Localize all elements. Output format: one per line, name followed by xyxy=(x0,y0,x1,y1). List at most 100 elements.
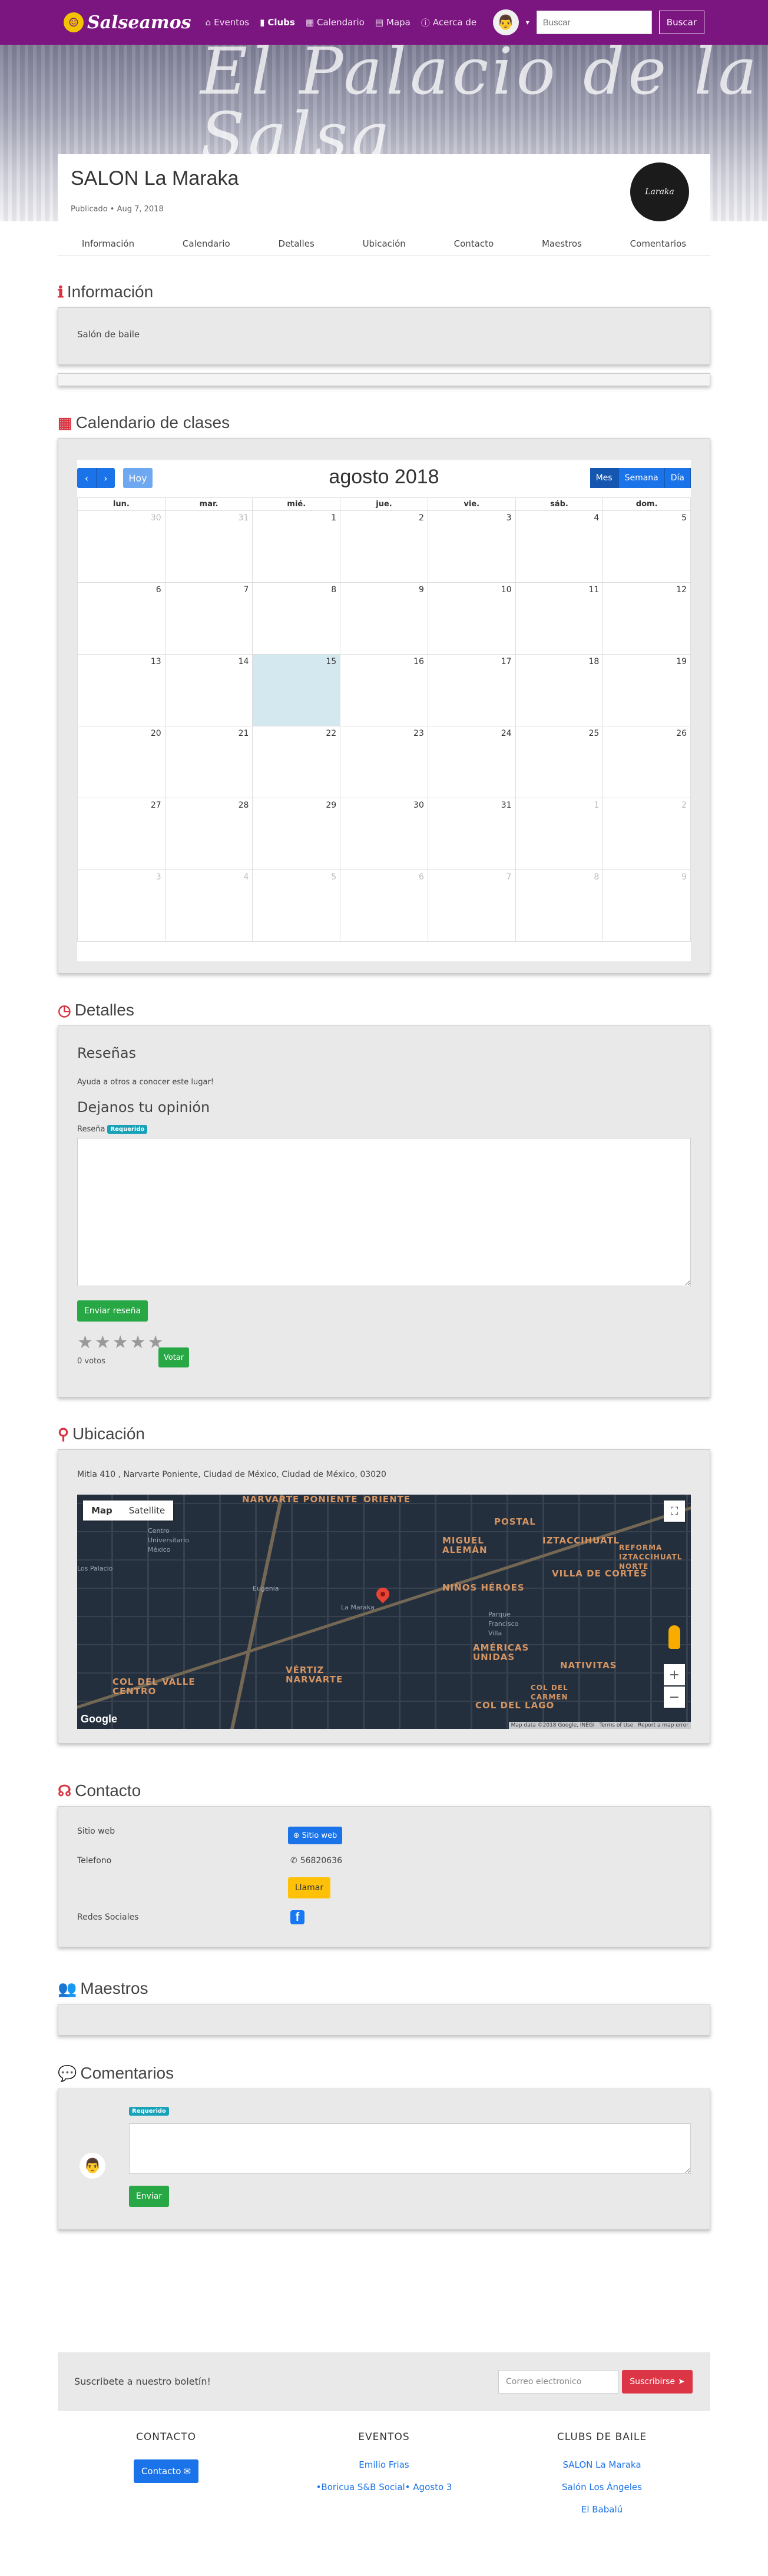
zoom-in-button[interactable]: + xyxy=(664,1664,685,1685)
vote-button[interactable]: Votar xyxy=(158,1347,189,1367)
calendar-day-cell[interactable]: 18 xyxy=(515,655,604,726)
review-textarea[interactable] xyxy=(77,1138,691,1286)
search-button[interactable]: Buscar xyxy=(658,11,704,34)
nav-link-eventos[interactable]: ⌂ Eventos xyxy=(206,16,250,29)
info-panel-footer xyxy=(58,373,710,386)
review-label-row: Reseña Requerido xyxy=(77,1125,148,1134)
calendar-day-cell[interactable]: 24 xyxy=(428,726,516,798)
newsletter-email-input[interactable]: Correo electronico xyxy=(498,2370,618,2394)
publish-meta: Publicado • Aug 7, 2018 xyxy=(71,205,164,214)
calendar-day-cell[interactable]: 3 xyxy=(428,511,516,583)
calendar-day-cell[interactable]: 14 xyxy=(165,655,253,726)
calendar-day-cell[interactable]: 4 xyxy=(515,511,604,583)
calendar-day-cell[interactable]: 8 xyxy=(253,583,341,655)
map-type-map[interactable]: Map xyxy=(83,1501,121,1521)
calendar-day-cell[interactable]: 31 xyxy=(165,511,253,583)
calendar-week-row: 20 21 22 23 24 25 26 xyxy=(78,726,691,798)
footer-event-link[interactable]: •Boricua S&B Social• Agosto 3 xyxy=(278,2482,490,2492)
calendar-day-cell[interactable]: 9 xyxy=(340,583,428,655)
calendar-day-cell[interactable]: 20 xyxy=(78,726,165,798)
tab-ubicacion[interactable]: Ubicación xyxy=(363,238,406,249)
calendar-day-cell[interactable]: 16 xyxy=(340,655,428,726)
calendar-day-cell[interactable]: 25 xyxy=(515,726,604,798)
calendar-day-cell[interactable]: 31 xyxy=(428,798,516,870)
calendar-grid: lun. mar. mié. jue. vie. sáb. dom. 30 31 1 2 3 4 5 6 7… xyxy=(77,497,691,942)
calendar-day-cell[interactable]: 21 xyxy=(165,726,253,798)
nav-link-calendario[interactable]: ▦ Calendario xyxy=(306,16,365,29)
user-avatar[interactable]: 👨 xyxy=(492,9,519,35)
facebook-icon[interactable]: f xyxy=(290,1910,304,1924)
calendar-day-cell[interactable]: 4 xyxy=(165,870,253,942)
nav-link-clubs[interactable]: ▮ Clubs xyxy=(260,16,295,29)
calendar-day-cell[interactable]: 3 xyxy=(78,870,165,942)
zoom-out-button[interactable]: − xyxy=(664,1687,685,1708)
submit-review-button[interactable]: Enviar reseña xyxy=(77,1300,148,1322)
calendar-day-cell[interactable]: 10 xyxy=(428,583,516,655)
brand-logo[interactable]: ☺ Salseamos xyxy=(64,12,191,33)
calendar-day-cell[interactable]: 30 xyxy=(78,511,165,583)
report-error-link[interactable]: Report a map error xyxy=(638,1722,688,1728)
view-day-button[interactable]: Día xyxy=(664,468,691,488)
view-month-button[interactable]: Mes xyxy=(590,468,619,488)
comment-textarea[interactable] xyxy=(129,2123,691,2174)
calendar-day-cell[interactable]: 5 xyxy=(253,870,341,942)
calendar-day-cell[interactable]: 15 xyxy=(253,655,341,726)
nav-link-mapa[interactable]: ▤ Mapa xyxy=(375,16,411,29)
calendar-day-cell[interactable]: 7 xyxy=(165,583,253,655)
calendar-day-cell[interactable]: 30 xyxy=(340,798,428,870)
tab-maestros[interactable]: Maestros xyxy=(542,238,582,249)
calendar-day-cell[interactable]: 26 xyxy=(603,726,691,798)
footer-event-link[interactable]: Emilio Frias xyxy=(278,2459,490,2470)
google-map[interactable]: NARVARTE PONIENTE ORIENTE POSTAL MIGUEL … xyxy=(77,1495,691,1729)
calendar-day-cell[interactable]: 7 xyxy=(428,870,516,942)
call-button[interactable]: Llamar xyxy=(288,1877,330,1898)
footer-club-link[interactable]: SALON La Maraka xyxy=(496,2459,708,2470)
calendar-day-cell[interactable]: 6 xyxy=(78,583,165,655)
chevron-down-icon[interactable]: ▾ xyxy=(526,18,529,26)
terms-link[interactable]: Terms of Use xyxy=(600,1722,634,1728)
send-comment-button[interactable]: Enviar xyxy=(129,2186,169,2207)
calendar-day-cell[interactable]: 17 xyxy=(428,655,516,726)
calendar-day-cell[interactable]: 5 xyxy=(603,511,691,583)
location-section-title: ⚲ Ubicación xyxy=(58,1425,145,1443)
details-panel: Reseñas Ayuda a otros a conocer este lug… xyxy=(58,1025,710,1397)
footer-contact-button[interactable]: Contacto ✉ xyxy=(134,2459,198,2483)
rating-stars[interactable]: ★★★★★ xyxy=(77,1332,165,1353)
calendar-day-cell[interactable]: 1 xyxy=(515,798,604,870)
calendar-day-cell[interactable]: 28 xyxy=(165,798,253,870)
hero-text: El Palacio de la Salsa xyxy=(200,45,761,174)
calendar-day-cell[interactable]: 11 xyxy=(515,583,604,655)
calendar-day-cell[interactable]: 6 xyxy=(340,870,428,942)
search-input[interactable] xyxy=(536,11,652,34)
map-data-text: Map data ©2018 Google, INEGI xyxy=(511,1722,595,1728)
tab-informacion[interactable]: Información xyxy=(82,238,134,249)
footer-club-link[interactable]: El Babalú xyxy=(496,2504,708,2515)
nav-link-acerca[interactable]: ⓘ Acerca de xyxy=(421,16,476,29)
calendar-day-cell[interactable]: 2 xyxy=(603,798,691,870)
calendar-day-cell[interactable]: 27 xyxy=(78,798,165,870)
calendar-day-cell[interactable]: 23 xyxy=(340,726,428,798)
weekday-header: dom. xyxy=(603,498,691,511)
view-week-button[interactable]: Semana xyxy=(618,468,665,488)
website-button[interactable]: ⊕ Sitio web xyxy=(288,1827,342,1844)
tab-detalles[interactable]: Detalles xyxy=(279,238,315,249)
calendar-day-cell[interactable]: 9 xyxy=(603,870,691,942)
tab-calendario[interactable]: Calendario xyxy=(183,238,230,249)
calendar-day-cell[interactable]: 19 xyxy=(603,655,691,726)
tab-contacto[interactable]: Contacto xyxy=(454,238,494,249)
pegman-icon[interactable] xyxy=(668,1625,680,1649)
calendar-day-cell[interactable]: 1 xyxy=(253,511,341,583)
calendar-day-cell[interactable]: 2 xyxy=(340,511,428,583)
nav-link-label: Clubs xyxy=(267,17,295,28)
tab-comentarios[interactable]: Comentarios xyxy=(630,238,686,249)
calendar-day-cell[interactable]: 29 xyxy=(253,798,341,870)
calendar-day-cell[interactable]: 13 xyxy=(78,655,165,726)
map-type-satellite[interactable]: Satellite xyxy=(121,1501,173,1521)
comments-panel: 👨 Requerido Enviar xyxy=(58,2089,710,2230)
calendar-day-cell[interactable]: 8 xyxy=(515,870,604,942)
calendar-day-cell[interactable]: 12 xyxy=(603,583,691,655)
calendar-day-cell[interactable]: 22 xyxy=(253,726,341,798)
fullscreen-icon[interactable]: ⛶ xyxy=(664,1501,685,1522)
subscribe-button[interactable]: Suscribirse ➤ xyxy=(622,2370,693,2394)
footer-club-link[interactable]: Salón Los Ángeles xyxy=(496,2482,708,2492)
